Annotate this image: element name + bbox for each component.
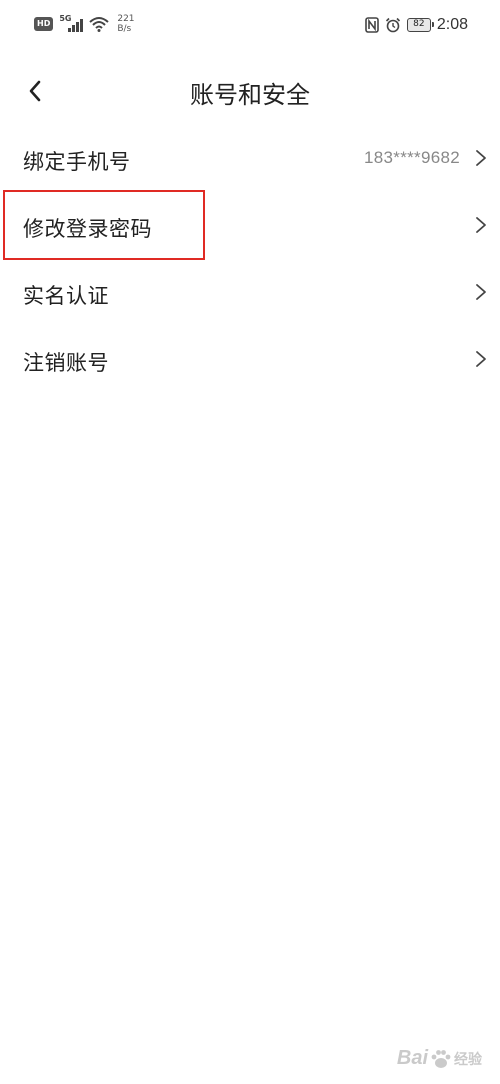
nfc-icon [365, 17, 379, 33]
paw-icon [431, 1049, 451, 1068]
hd-badge: HD [34, 17, 54, 31]
watermark-suffix: 经验 [454, 1051, 482, 1068]
battery-icon: 82 [406, 18, 434, 32]
status-bar: HD 5G 221 B/s 82 2:08 [0, 0, 500, 58]
cancel-account-row[interactable]: 注销账号 [0, 327, 500, 394]
row-label: 修改登录密码 [23, 217, 152, 241]
row-label: 注销账号 [23, 351, 109, 375]
status-bar-right: 82 2:08 [365, 16, 468, 34]
chevron-right-icon [476, 351, 486, 367]
page-title: 账号和安全 [190, 81, 310, 109]
chevron-right-icon [476, 217, 486, 233]
bind-phone-row[interactable]: 绑定手机号 183****9682 [0, 126, 500, 193]
status-time: 2:08 [436, 16, 468, 33]
app-header: 账号和安全 [0, 58, 500, 126]
watermark-brand: Bai [396, 1047, 428, 1069]
chevron-right-icon [476, 284, 486, 300]
speed-value: 221 [117, 14, 135, 24]
baidu-watermark: Bai 经验 [397, 1047, 482, 1070]
row-label: 绑定手机号 [23, 150, 131, 174]
network-speed: 221 B/s [117, 14, 134, 34]
change-password-row[interactable]: 修改登录密码 [0, 193, 500, 260]
real-name-auth-row[interactable]: 实名认证 [0, 260, 500, 327]
cellular-signal-icon: 5G [59, 14, 84, 32]
row-label: 实名认证 [23, 284, 109, 308]
network-type: 5G [59, 14, 72, 23]
speed-unit: B/s [117, 24, 132, 34]
alarm-icon [385, 17, 400, 33]
settings-list: 绑定手机号 183****9682 修改登录密码 实名认证 注销账号 [0, 126, 500, 394]
wifi-icon [89, 17, 110, 32]
phone-number-value: 183****9682 [364, 148, 460, 167]
status-bar-left: HD 5G 221 B/s [34, 14, 135, 34]
chevron-right-icon [476, 150, 486, 166]
